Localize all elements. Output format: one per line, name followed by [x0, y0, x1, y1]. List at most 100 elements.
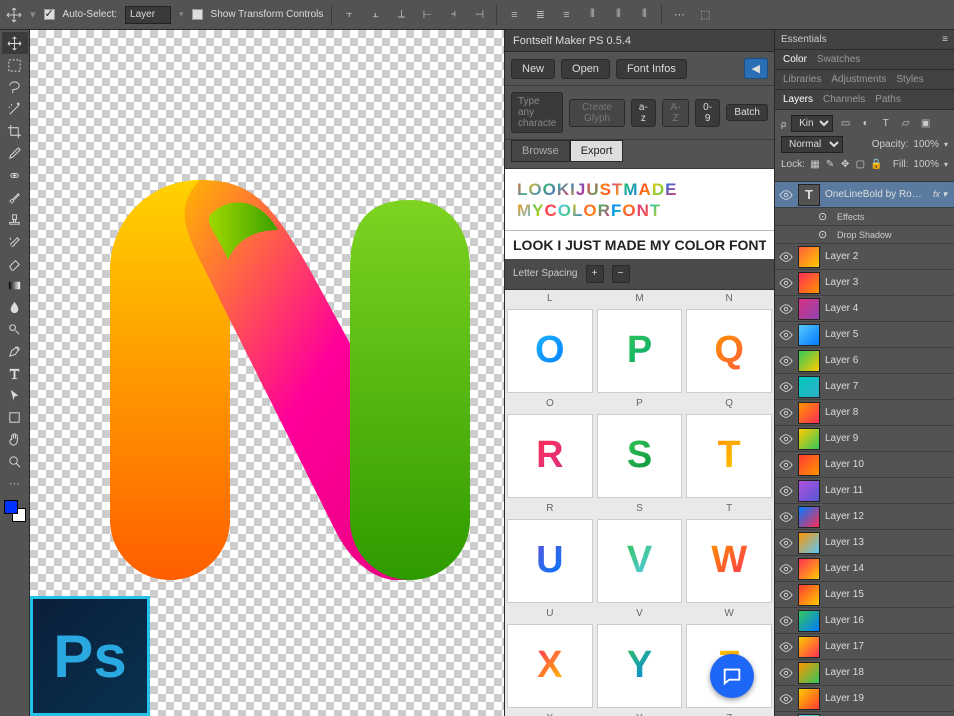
filter-adjust-icon[interactable]: ◐ [858, 116, 873, 131]
batch-button[interactable]: Batch [726, 104, 768, 121]
history-brush-tool[interactable] [2, 230, 28, 252]
layer-row[interactable]: Layer 6 [775, 348, 954, 374]
color-panel-tab[interactable]: Color [783, 54, 807, 65]
more-icon[interactable]: ⋯ [670, 6, 688, 24]
3d-mode-icon[interactable]: ⬚ [696, 6, 714, 24]
glyph-cell[interactable]: Y [597, 624, 683, 708]
eyedropper-tool[interactable] [2, 142, 28, 164]
stamp-tool[interactable] [2, 208, 28, 230]
lock-artboard-icon[interactable]: ▢ [855, 157, 865, 172]
layer-row[interactable]: Layer 5 [775, 322, 954, 348]
layer-row[interactable]: Layer 19 [775, 686, 954, 712]
show-transform-checkbox[interactable] [192, 9, 203, 20]
crop-tool[interactable] [2, 120, 28, 142]
layer-row[interactable]: Layer 3 [775, 270, 954, 296]
path-select-tool[interactable] [2, 384, 28, 406]
move-tool[interactable] [2, 32, 28, 54]
glyph-cell[interactable]: R [507, 414, 593, 498]
layer-row[interactable]: Layer 14 [775, 556, 954, 582]
digits-button[interactable]: 0-9 [695, 99, 721, 127]
zoom-tool[interactable] [2, 450, 28, 472]
shape-tool[interactable] [2, 406, 28, 428]
distribute-left-icon[interactable]: ⦀ [583, 6, 601, 24]
workspace-menu-icon[interactable]: ≡ [942, 34, 948, 45]
glyph-cell[interactable]: W [686, 519, 772, 603]
glyph-cell[interactable]: S [597, 414, 683, 498]
layer-row[interactable]: TOneLineBold by Roman Kor...fx ▾ [775, 182, 954, 208]
layer-row[interactable]: Layer 4 [775, 296, 954, 322]
lock-transparency-icon[interactable]: ▦ [810, 157, 820, 172]
fill-value[interactable]: 100% [913, 159, 939, 170]
glyph-cell[interactable]: T [686, 414, 772, 498]
edit-toolbar-icon[interactable]: ⋯ [2, 472, 28, 494]
workspace-preset[interactable]: Essentials [781, 34, 827, 45]
filter-smart-icon[interactable]: ▣ [918, 116, 933, 131]
canvas-area[interactable]: Ps [30, 30, 504, 716]
align-hcenter-icon[interactable]: ⫞ [444, 6, 462, 24]
auto-select-checkbox[interactable] [44, 9, 55, 20]
healing-tool[interactable] [2, 164, 28, 186]
opacity-value[interactable]: 100% [913, 139, 939, 150]
glyph-cell[interactable]: U [507, 519, 593, 603]
open-button[interactable]: Open [561, 59, 610, 79]
color-swatches[interactable] [4, 500, 26, 522]
new-button[interactable]: New [511, 59, 555, 79]
dodge-tool[interactable] [2, 318, 28, 340]
glyph-cell[interactable]: O [507, 309, 593, 393]
distribute-vcenter-icon[interactable]: ≣ [531, 6, 549, 24]
paths-panel-tab[interactable]: Paths [875, 94, 901, 105]
type-tool[interactable] [2, 362, 28, 384]
adjustments-panel-tab[interactable]: Adjustments [831, 74, 886, 85]
blend-mode-dropdown[interactable]: Normal [781, 136, 843, 153]
align-top-icon[interactable]: ⫟ [340, 6, 358, 24]
styles-panel-tab[interactable]: Styles [896, 74, 923, 85]
brush-tool[interactable] [2, 186, 28, 208]
lock-pixels-icon[interactable]: ✎ [825, 157, 835, 172]
align-bottom-icon[interactable]: ⟂ [392, 6, 410, 24]
layer-row[interactable]: Layer 16 [775, 608, 954, 634]
browse-tab[interactable]: Browse [511, 140, 570, 162]
channels-panel-tab[interactable]: Channels [823, 94, 865, 105]
layer-row[interactable]: Layer 18 [775, 660, 954, 686]
distribute-bottom-icon[interactable]: ≡ [557, 6, 575, 24]
layer-row[interactable]: Layer 15 [775, 582, 954, 608]
align-right-icon[interactable]: ⊣ [470, 6, 488, 24]
layer-row[interactable]: Layer 17 [775, 634, 954, 660]
gradient-tool[interactable] [2, 274, 28, 296]
layers-panel-tab[interactable]: Layers [783, 94, 813, 105]
layer-effects[interactable]: ⊙Effects [775, 208, 954, 226]
distribute-top-icon[interactable]: ≡ [505, 6, 523, 24]
blur-tool[interactable] [2, 296, 28, 318]
font-infos-button[interactable]: Font Infos [616, 59, 687, 79]
live-text-input[interactable] [505, 230, 774, 259]
layer-row[interactable]: Layer 10 [775, 452, 954, 478]
filter-pixel-icon[interactable]: ▭ [838, 116, 853, 131]
hand-tool[interactable] [2, 428, 28, 450]
filter-type-icon[interactable]: T [878, 116, 893, 131]
layer-drop-shadow[interactable]: ⊙Drop Shadow [775, 226, 954, 244]
layer-row[interactable]: Layer 20 [775, 712, 954, 716]
lock-all-icon[interactable]: 🔒 [870, 157, 882, 172]
swatches-panel-tab[interactable]: Swatches [817, 54, 860, 65]
libraries-panel-tab[interactable]: Libraries [783, 74, 821, 85]
glyph-cell[interactable]: V [597, 519, 683, 603]
az-lower-button[interactable]: a-z [631, 99, 656, 127]
spacing-minus-button[interactable]: − [612, 265, 630, 283]
glyph-cell[interactable]: X [507, 624, 593, 708]
glyph-grid[interactable]: LMNOPQOPQRSTRSTUVWUVWXYZXYZ [505, 290, 774, 716]
layer-row[interactable]: Layer 9 [775, 426, 954, 452]
char-input[interactable]: Type any characte [511, 92, 563, 133]
layer-row[interactable]: Layer 12 [775, 504, 954, 530]
wand-tool[interactable] [2, 98, 28, 120]
layer-row[interactable]: Layer 11 [775, 478, 954, 504]
spacing-plus-button[interactable]: + [586, 265, 604, 283]
layer-row[interactable]: Layer 13 [775, 530, 954, 556]
glyph-cell[interactable]: P [597, 309, 683, 393]
lasso-tool[interactable] [2, 76, 28, 98]
distribute-right-icon[interactable]: ⦀ [635, 6, 653, 24]
distribute-hcenter-icon[interactable]: ⦀ [609, 6, 627, 24]
kind-filter[interactable]: Kind [791, 115, 833, 132]
back-button[interactable]: ◀ [744, 58, 768, 79]
marquee-tool[interactable] [2, 54, 28, 76]
lock-position-icon[interactable]: ✥ [840, 157, 850, 172]
